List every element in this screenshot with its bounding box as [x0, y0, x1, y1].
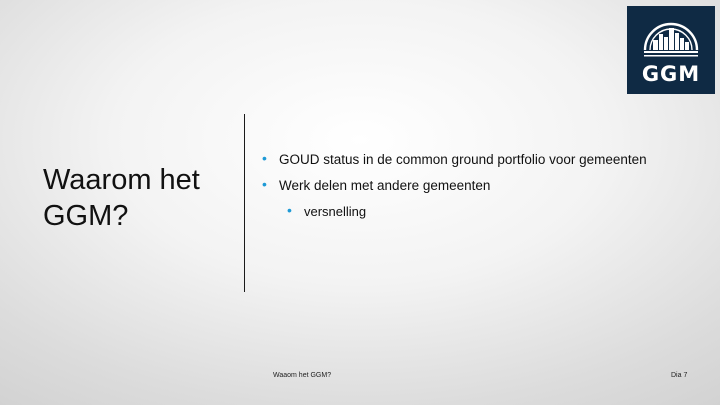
bullet-item: • Werk delen met andere gemeenten [262, 177, 702, 195]
bullet-dot-icon: • [262, 176, 267, 192]
ggm-logo: GGM [627, 6, 715, 94]
bullet-text: versnelling [304, 204, 367, 219]
bullet-dot-icon: • [287, 202, 292, 218]
bullet-text: GOUD status in de common ground portfoli… [279, 152, 647, 167]
bullet-text: Werk delen met andere gemeenten [279, 178, 491, 193]
slide-title: Waarom het GGM? [43, 164, 200, 232]
footer-title: Waaom het GGM? [273, 372, 332, 379]
vertical-divider [244, 114, 245, 292]
bullet-item: • versnelling [287, 203, 702, 221]
bullet-item: • GOUD status in de common ground portfo… [262, 151, 702, 169]
bullet-list: • GOUD status in de common ground portfo… [262, 151, 702, 229]
slide-number: Dia 7 [671, 372, 688, 379]
slide: Waarom het GGM? • GOUD status in de comm… [0, 0, 720, 405]
bullet-dot-icon: • [262, 150, 267, 166]
logo-text: GGM [641, 62, 701, 86]
